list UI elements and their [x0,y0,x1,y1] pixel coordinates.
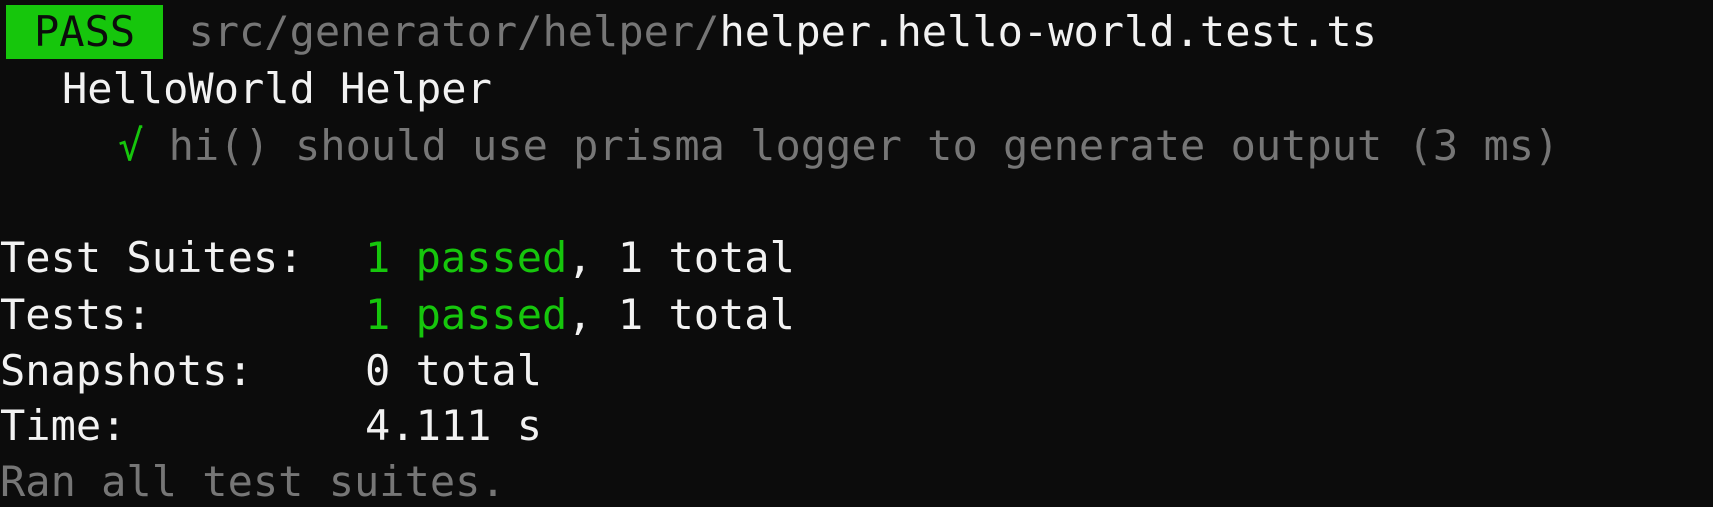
suites-total-count: , 1 total [567,233,795,282]
test-file-name: helper.hello-world.test.ts [719,7,1377,56]
test-case-text: hi() should use prisma logger to generat… [168,121,1560,170]
tests-total-count: , 1 total [567,290,795,339]
test-file-result-line: PASS src/generator/helper/helper.hello-w… [0,4,1377,60]
summary-snapshots: Snapshots: 0 total [0,343,542,399]
test-case-row: √ hi() should use prisma logger to gener… [118,118,1559,174]
time-value: 4.111 s [365,401,543,450]
suites-passed-count: 1 passed [365,233,568,282]
summary-time: Time: 4.111 s [0,398,542,454]
summary-label: Snapshots: [0,346,253,395]
summary-test-suites: Test Suites: 1 passed, 1 total [0,230,795,286]
snapshots-total: 0 total [365,346,543,395]
summary-label: Tests: [0,290,152,339]
summary-tests: Tests: 1 passed, 1 total [0,287,795,343]
terminal-output: PASS src/generator/helper/helper.hello-w… [0,0,1713,507]
summary-label: Time: [0,401,127,450]
tests-passed-count: 1 passed [365,290,568,339]
suite-name: HelloWorld Helper [62,64,492,113]
check-icon: √ [118,121,144,170]
pass-badge: PASS [6,5,164,59]
run-footer: Ran all test suites. [0,457,506,506]
test-file-directory: src/generator/helper/ [188,7,720,56]
summary-label: Test Suites: [0,233,304,282]
